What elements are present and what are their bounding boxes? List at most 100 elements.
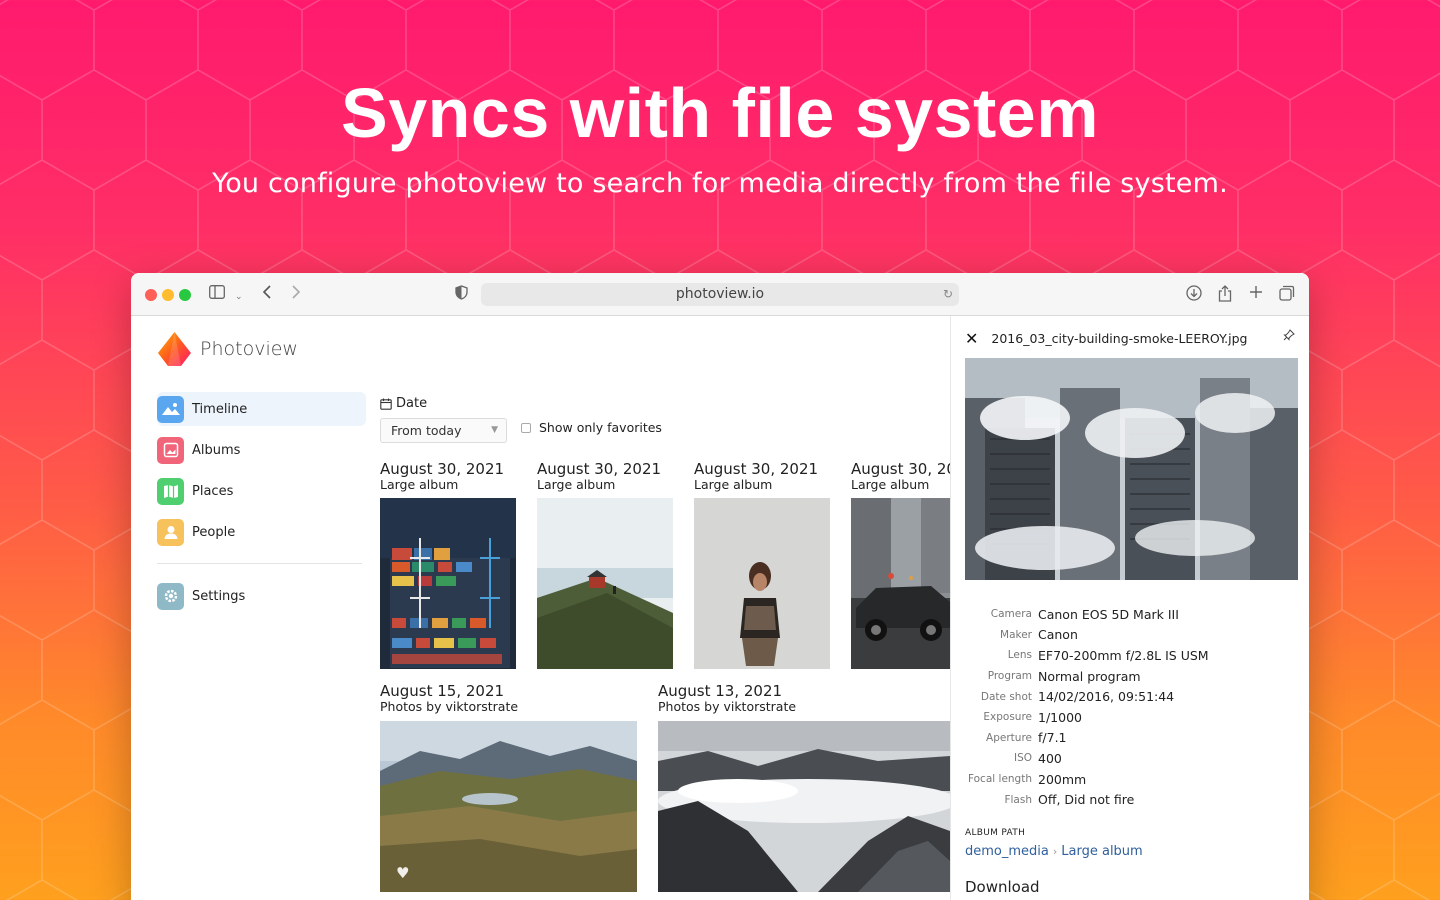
group-date: August 15, 2021 (380, 682, 505, 700)
sidebar-item-label: People (192, 524, 236, 540)
photo-thumbnail[interactable]: ♥ (380, 721, 637, 892)
sidebar-toggle-icon[interactable] (209, 285, 225, 303)
reload-icon[interactable]: ↻ (943, 283, 953, 306)
exif-key: Focal length (967, 773, 1032, 786)
share-icon[interactable] (1218, 285, 1232, 306)
checkbox-icon[interactable] (521, 422, 531, 433)
timeline-main: Date From today ▼ Show only favorites Au… (380, 316, 950, 900)
sidebar-item-albums[interactable]: Albums (157, 433, 366, 467)
favorite-heart-icon[interactable]: ♥ (396, 864, 409, 882)
exif-value: Canon (1038, 627, 1078, 643)
exif-row: Lens EF70-200mm f/2.8L IS USM (965, 645, 1295, 666)
photo-thumbnail[interactable] (694, 498, 830, 669)
photo-detail-sidebar: ✕ 2016_03_city-building-smoke-LEEROY.jpg (950, 316, 1309, 900)
album-path-label: ALBUM PATH (965, 828, 1026, 838)
group-date: August 30, 2021 (380, 460, 505, 478)
exif-key: Flash (1004, 793, 1032, 806)
timeline-group: August 30, 2021 Large album (694, 460, 818, 492)
group-album-link[interactable]: Large album (851, 477, 950, 492)
timeline-group: August 30, 2021 Large album (380, 460, 504, 492)
exif-info: Camera Canon EOS 5D Mark III Maker Canon L… (965, 604, 1295, 810)
exif-value: 1/1000 (1038, 709, 1082, 725)
close-window-button[interactable] (145, 289, 157, 301)
timeline-group: August 13, 2021 Photos by viktorstrate (658, 682, 796, 714)
group-album-link[interactable]: Large album (537, 477, 661, 492)
photoview-logo[interactable]: Photoview (157, 331, 298, 367)
pin-icon[interactable] (1283, 329, 1295, 344)
exif-row: Maker Canon (965, 625, 1295, 646)
group-date: August 30, 2021 (851, 460, 950, 478)
sidebar: Photoview Timeline Albums Places People … (131, 316, 376, 900)
date-filter-value: From today (391, 423, 462, 438)
chevron-down-icon: ▼ (491, 425, 498, 435)
sidebar-item-people[interactable]: People (157, 515, 366, 549)
minimize-window-button[interactable] (162, 289, 174, 301)
sidebar-nav: Timeline Albums Places People Settings (157, 392, 366, 620)
hero: Syncs with file system You configure pho… (0, 70, 1440, 199)
tabs-icon[interactable] (1279, 285, 1295, 305)
photo-filename: 2016_03_city-building-smoke-LEEROY.jpg (991, 331, 1248, 346)
exif-row: ISO 400 (965, 748, 1295, 769)
exif-value: EF70-200mm f/2.8L IS USM (1038, 647, 1209, 663)
exif-value: 400 (1038, 750, 1062, 766)
timeline-group: August 30, 2021 Large album (851, 460, 950, 492)
sidebar-divider (157, 563, 362, 564)
shield-icon[interactable] (455, 285, 468, 304)
exif-value: Canon EOS 5D Mark III (1038, 606, 1179, 622)
new-tab-icon[interactable] (1249, 285, 1263, 303)
browser-window: ⌄ photoview.io ↻ Photoview Timeline Albu… (131, 273, 1309, 900)
timeline-icon (157, 395, 184, 423)
album-path-link[interactable]: Large album (1061, 844, 1142, 859)
exif-key: Exposure (983, 711, 1032, 724)
browser-toolbar: ⌄ photoview.io ↻ (131, 273, 1309, 316)
favorites-label: Show only favorites (539, 420, 662, 435)
zoom-window-button[interactable] (179, 289, 191, 301)
chevron-down-icon[interactable]: ⌄ (235, 288, 243, 306)
group-album-link[interactable]: Large album (380, 477, 504, 492)
exif-row: Camera Canon EOS 5D Mark III (965, 604, 1295, 625)
exif-key: Maker (1000, 628, 1032, 641)
exif-row: Focal length 200mm (965, 769, 1295, 790)
detail-header: ✕ 2016_03_city-building-smoke-LEEROY.jpg (965, 329, 1295, 348)
photo-thumbnail[interactable] (658, 721, 950, 892)
album-path: demo_media › Large album (965, 844, 1143, 859)
exif-key: Program (987, 670, 1032, 683)
sidebar-item-settings[interactable]: Settings (157, 579, 366, 613)
date-filter-select[interactable]: From today ▼ (380, 418, 507, 443)
exif-row: Program Normal program (965, 666, 1295, 687)
photo-preview[interactable] (965, 358, 1298, 580)
timeline-group: August 30, 2021 Large album (537, 460, 661, 492)
download-icon[interactable] (1186, 285, 1202, 305)
group-album-link[interactable]: Photos by viktorstrate (380, 699, 518, 714)
sidebar-item-places[interactable]: Places (157, 474, 366, 508)
exif-value: 200mm (1038, 771, 1087, 787)
exif-value: f/7.1 (1038, 730, 1067, 746)
chevron-right-icon: › (1052, 845, 1058, 858)
sidebar-item-label: Timeline (192, 401, 248, 417)
date-filter-text: Date (396, 396, 428, 411)
download-section-title[interactable]: Download (965, 878, 1040, 896)
hero-subtitle: You configure photoview to search for me… (212, 168, 1228, 199)
sidebar-item-label: Settings (192, 588, 246, 604)
hero-title: Syncs with file system (341, 74, 1099, 152)
photo-thumbnail[interactable] (851, 498, 950, 669)
album-path-link[interactable]: demo_media (965, 844, 1049, 859)
group-album-link[interactable]: Photos by viktorstrate (658, 699, 796, 714)
favorites-checkbox[interactable]: Show only favorites (521, 420, 662, 435)
exif-key: Aperture (986, 731, 1032, 744)
photo-thumbnail[interactable] (537, 498, 673, 669)
exif-row: Aperture f/7.1 (965, 728, 1295, 749)
address-bar[interactable]: photoview.io ↻ (481, 283, 959, 306)
group-date: August 13, 2021 (658, 682, 783, 700)
gear-icon (157, 582, 184, 610)
back-icon[interactable] (262, 285, 272, 303)
group-album-link[interactable]: Large album (694, 477, 818, 492)
exif-value: Normal program (1038, 668, 1141, 684)
exif-row: Date shot 14/02/2016, 09:51:44 (965, 686, 1295, 707)
exif-row: Flash Off, Did not fire (965, 789, 1295, 810)
people-icon (157, 518, 184, 546)
photo-thumbnail[interactable] (380, 498, 516, 669)
sidebar-item-timeline[interactable]: Timeline (157, 392, 366, 426)
forward-icon[interactable] (291, 285, 301, 303)
close-icon[interactable]: ✕ (965, 329, 978, 348)
